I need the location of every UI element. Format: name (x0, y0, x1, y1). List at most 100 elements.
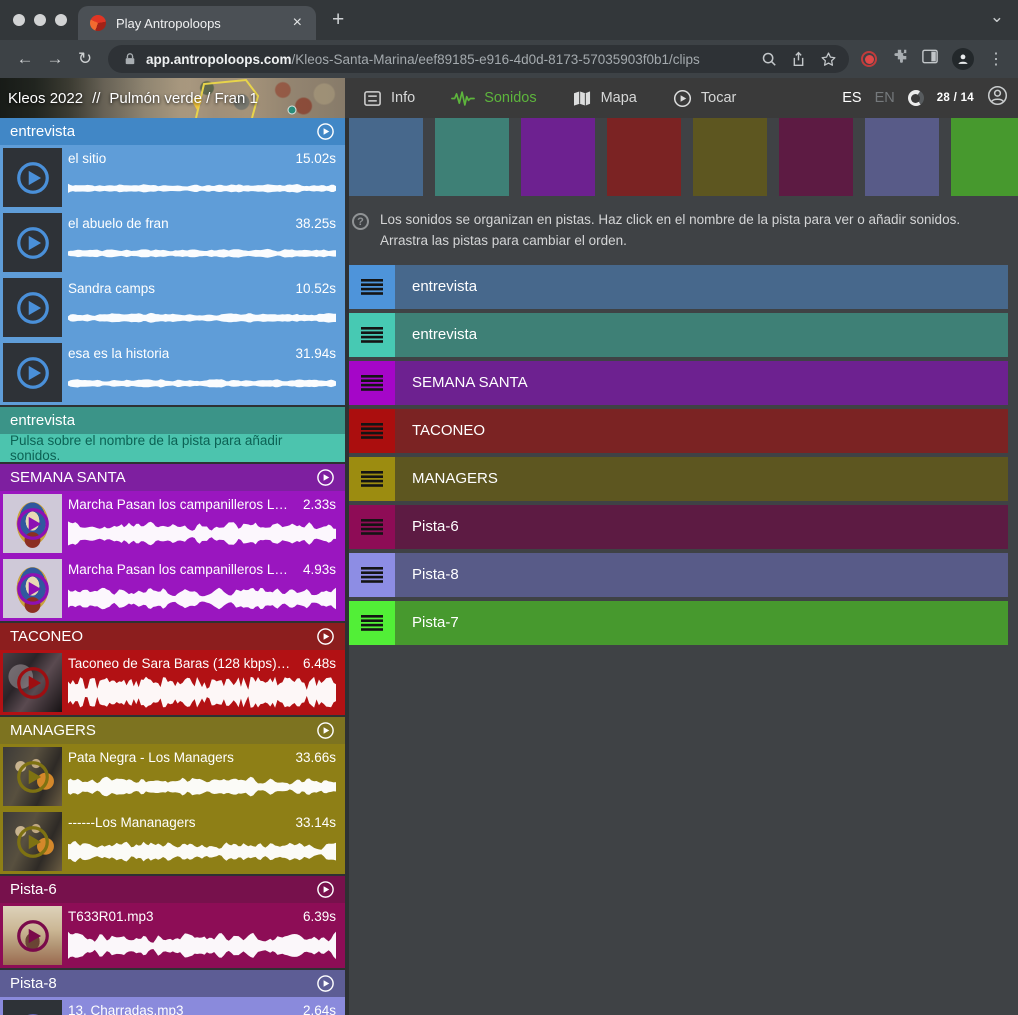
clip-waveform[interactable] (68, 768, 336, 806)
play-clip-icon[interactable] (14, 823, 52, 861)
breadcrumb-scene[interactable]: Pulmón verde / Fran 1 (109, 90, 257, 107)
play-clip-icon[interactable] (14, 664, 52, 702)
track-row[interactable]: MANAGERS (349, 457, 1008, 501)
clip-item[interactable]: Sandra camps 10.52s (0, 275, 345, 340)
play-clip-icon[interactable] (14, 570, 52, 608)
track-color-swatch[interactable] (865, 118, 939, 196)
drag-handle[interactable] (349, 361, 395, 405)
clip-item[interactable]: Pata Negra - Los Managers 33.66s (0, 744, 345, 809)
drag-handle[interactable] (349, 601, 395, 645)
nav-tocar[interactable]: Tocar (673, 89, 736, 108)
clip-item[interactable]: esa es la historia 31.94s (0, 340, 345, 405)
clip-waveform[interactable] (68, 833, 336, 871)
account-icon[interactable] (987, 85, 1008, 111)
track-header[interactable]: entrevista (0, 407, 345, 434)
window-close-button[interactable] (13, 14, 25, 26)
nav-sonidos[interactable]: Sonidos (451, 90, 536, 107)
clip-item[interactable]: 13. Charradas.mp3 2.64s (0, 997, 345, 1015)
play-clip-icon[interactable] (14, 1011, 52, 1015)
reload-icon[interactable]: ↻ (70, 49, 100, 69)
breadcrumb-project[interactable]: Kleos 2022 (8, 90, 83, 107)
track-header[interactable]: entrevista (0, 118, 345, 145)
profile-avatar[interactable] (952, 48, 974, 70)
play-track-icon[interactable] (316, 122, 335, 141)
track-color-swatch[interactable] (521, 118, 595, 196)
bookmark-star-icon[interactable] (820, 51, 837, 68)
drag-handle[interactable] (349, 457, 395, 501)
track-header[interactable]: TACONEO (0, 623, 345, 650)
lang-en-button[interactable]: EN (875, 90, 895, 106)
new-tab-button[interactable]: + (332, 9, 344, 30)
clip-thumbnail (3, 906, 62, 965)
play-track-icon[interactable] (316, 627, 335, 646)
track-row[interactable]: TACONEO (349, 409, 1008, 453)
drag-handle[interactable] (349, 313, 395, 357)
side-panel-icon[interactable] (922, 49, 938, 69)
window-minimize-button[interactable] (34, 14, 46, 26)
address-bar[interactable]: app.antropoloops.com/Kleos-Santa-Marina/… (108, 45, 849, 73)
track-row[interactable]: Pista-7 (349, 601, 1008, 645)
clip-item[interactable]: Marcha Pasan los campanilleros Las Mejor… (0, 491, 345, 556)
play-clip-icon[interactable] (14, 758, 52, 796)
forward-icon[interactable]: → (40, 49, 70, 69)
record-icon[interactable] (861, 51, 877, 67)
play-track-icon[interactable] (316, 974, 335, 993)
drag-handle[interactable] (349, 265, 395, 309)
clip-waveform[interactable] (68, 234, 336, 272)
zoom-page-icon[interactable] (761, 51, 777, 67)
lang-es-button[interactable]: ES (842, 90, 861, 106)
play-track-icon[interactable] (316, 721, 335, 740)
clip-item[interactable]: el abuelo de fran 38.25s (0, 210, 345, 275)
extensions-puzzle-icon[interactable] (891, 48, 908, 70)
drag-handle[interactable] (349, 553, 395, 597)
track-row[interactable]: Pista-8 (349, 553, 1008, 597)
clip-item[interactable]: Marcha Pasan los campanilleros Las Mejor… (0, 556, 345, 621)
browser-menu-kebab-icon[interactable]: ⋮ (988, 49, 1004, 69)
nav-info[interactable]: Info (363, 89, 415, 108)
window-zoom-button[interactable] (55, 14, 67, 26)
play-track-icon[interactable] (316, 880, 335, 899)
clip-waveform[interactable] (68, 299, 336, 337)
nav-mapa[interactable]: Mapa (573, 90, 637, 107)
clip-waveform[interactable] (68, 674, 336, 712)
nav-info-label: Info (391, 90, 415, 106)
clip-waveform[interactable] (68, 169, 336, 207)
play-clip-icon[interactable] (14, 224, 52, 262)
share-icon[interactable] (791, 51, 806, 68)
track-header[interactable]: Pista-6 (0, 876, 345, 903)
clip-waveform[interactable] (68, 515, 336, 553)
track-color-swatch[interactable] (349, 118, 423, 196)
clip-item[interactable]: el sitio 15.02s (0, 145, 345, 210)
track-row[interactable]: entrevista (349, 313, 1008, 357)
clip-item[interactable]: Taconeo de Sara Baras (128 kbps).mp3 6.4… (0, 650, 345, 715)
browser-tab[interactable]: Play Antropoloops × (78, 6, 316, 40)
project-breadcrumb-banner[interactable]: Kleos 2022 // Pulmón verde / Fran 1 (0, 78, 345, 118)
drag-handle[interactable] (349, 505, 395, 549)
play-clip-icon[interactable] (14, 159, 52, 197)
play-track-icon[interactable] (316, 468, 335, 487)
drag-handle[interactable] (349, 409, 395, 453)
clip-waveform[interactable] (68, 364, 336, 402)
track-color-swatch[interactable] (607, 118, 681, 196)
clip-waveform[interactable] (68, 927, 336, 965)
play-clip-icon[interactable] (14, 917, 52, 955)
track-color-swatch[interactable] (951, 118, 1018, 196)
tab-search-chevron-icon[interactable]: ⌄ (990, 7, 1004, 27)
track-color-swatch[interactable] (779, 118, 853, 196)
play-clip-icon[interactable] (14, 354, 52, 392)
clip-item[interactable]: ------Los Mananagers 33.14s (0, 809, 345, 874)
track-header[interactable]: SEMANA SANTA (0, 464, 345, 491)
play-clip-icon[interactable] (14, 505, 52, 543)
back-icon[interactable]: ← (10, 49, 40, 69)
play-clip-icon[interactable] (14, 289, 52, 327)
clip-waveform[interactable] (68, 580, 336, 618)
clip-item[interactable]: T633R01.mp3 6.39s (0, 903, 345, 968)
track-color-swatch[interactable] (435, 118, 509, 196)
track-row[interactable]: entrevista (349, 265, 1008, 309)
track-header[interactable]: MANAGERS (0, 717, 345, 744)
tab-close-icon[interactable]: × (291, 15, 304, 31)
track-header[interactable]: Pista-8 (0, 970, 345, 997)
track-color-swatch[interactable] (693, 118, 767, 196)
track-row[interactable]: Pista-6 (349, 505, 1008, 549)
track-row[interactable]: SEMANA SANTA (349, 361, 1008, 405)
